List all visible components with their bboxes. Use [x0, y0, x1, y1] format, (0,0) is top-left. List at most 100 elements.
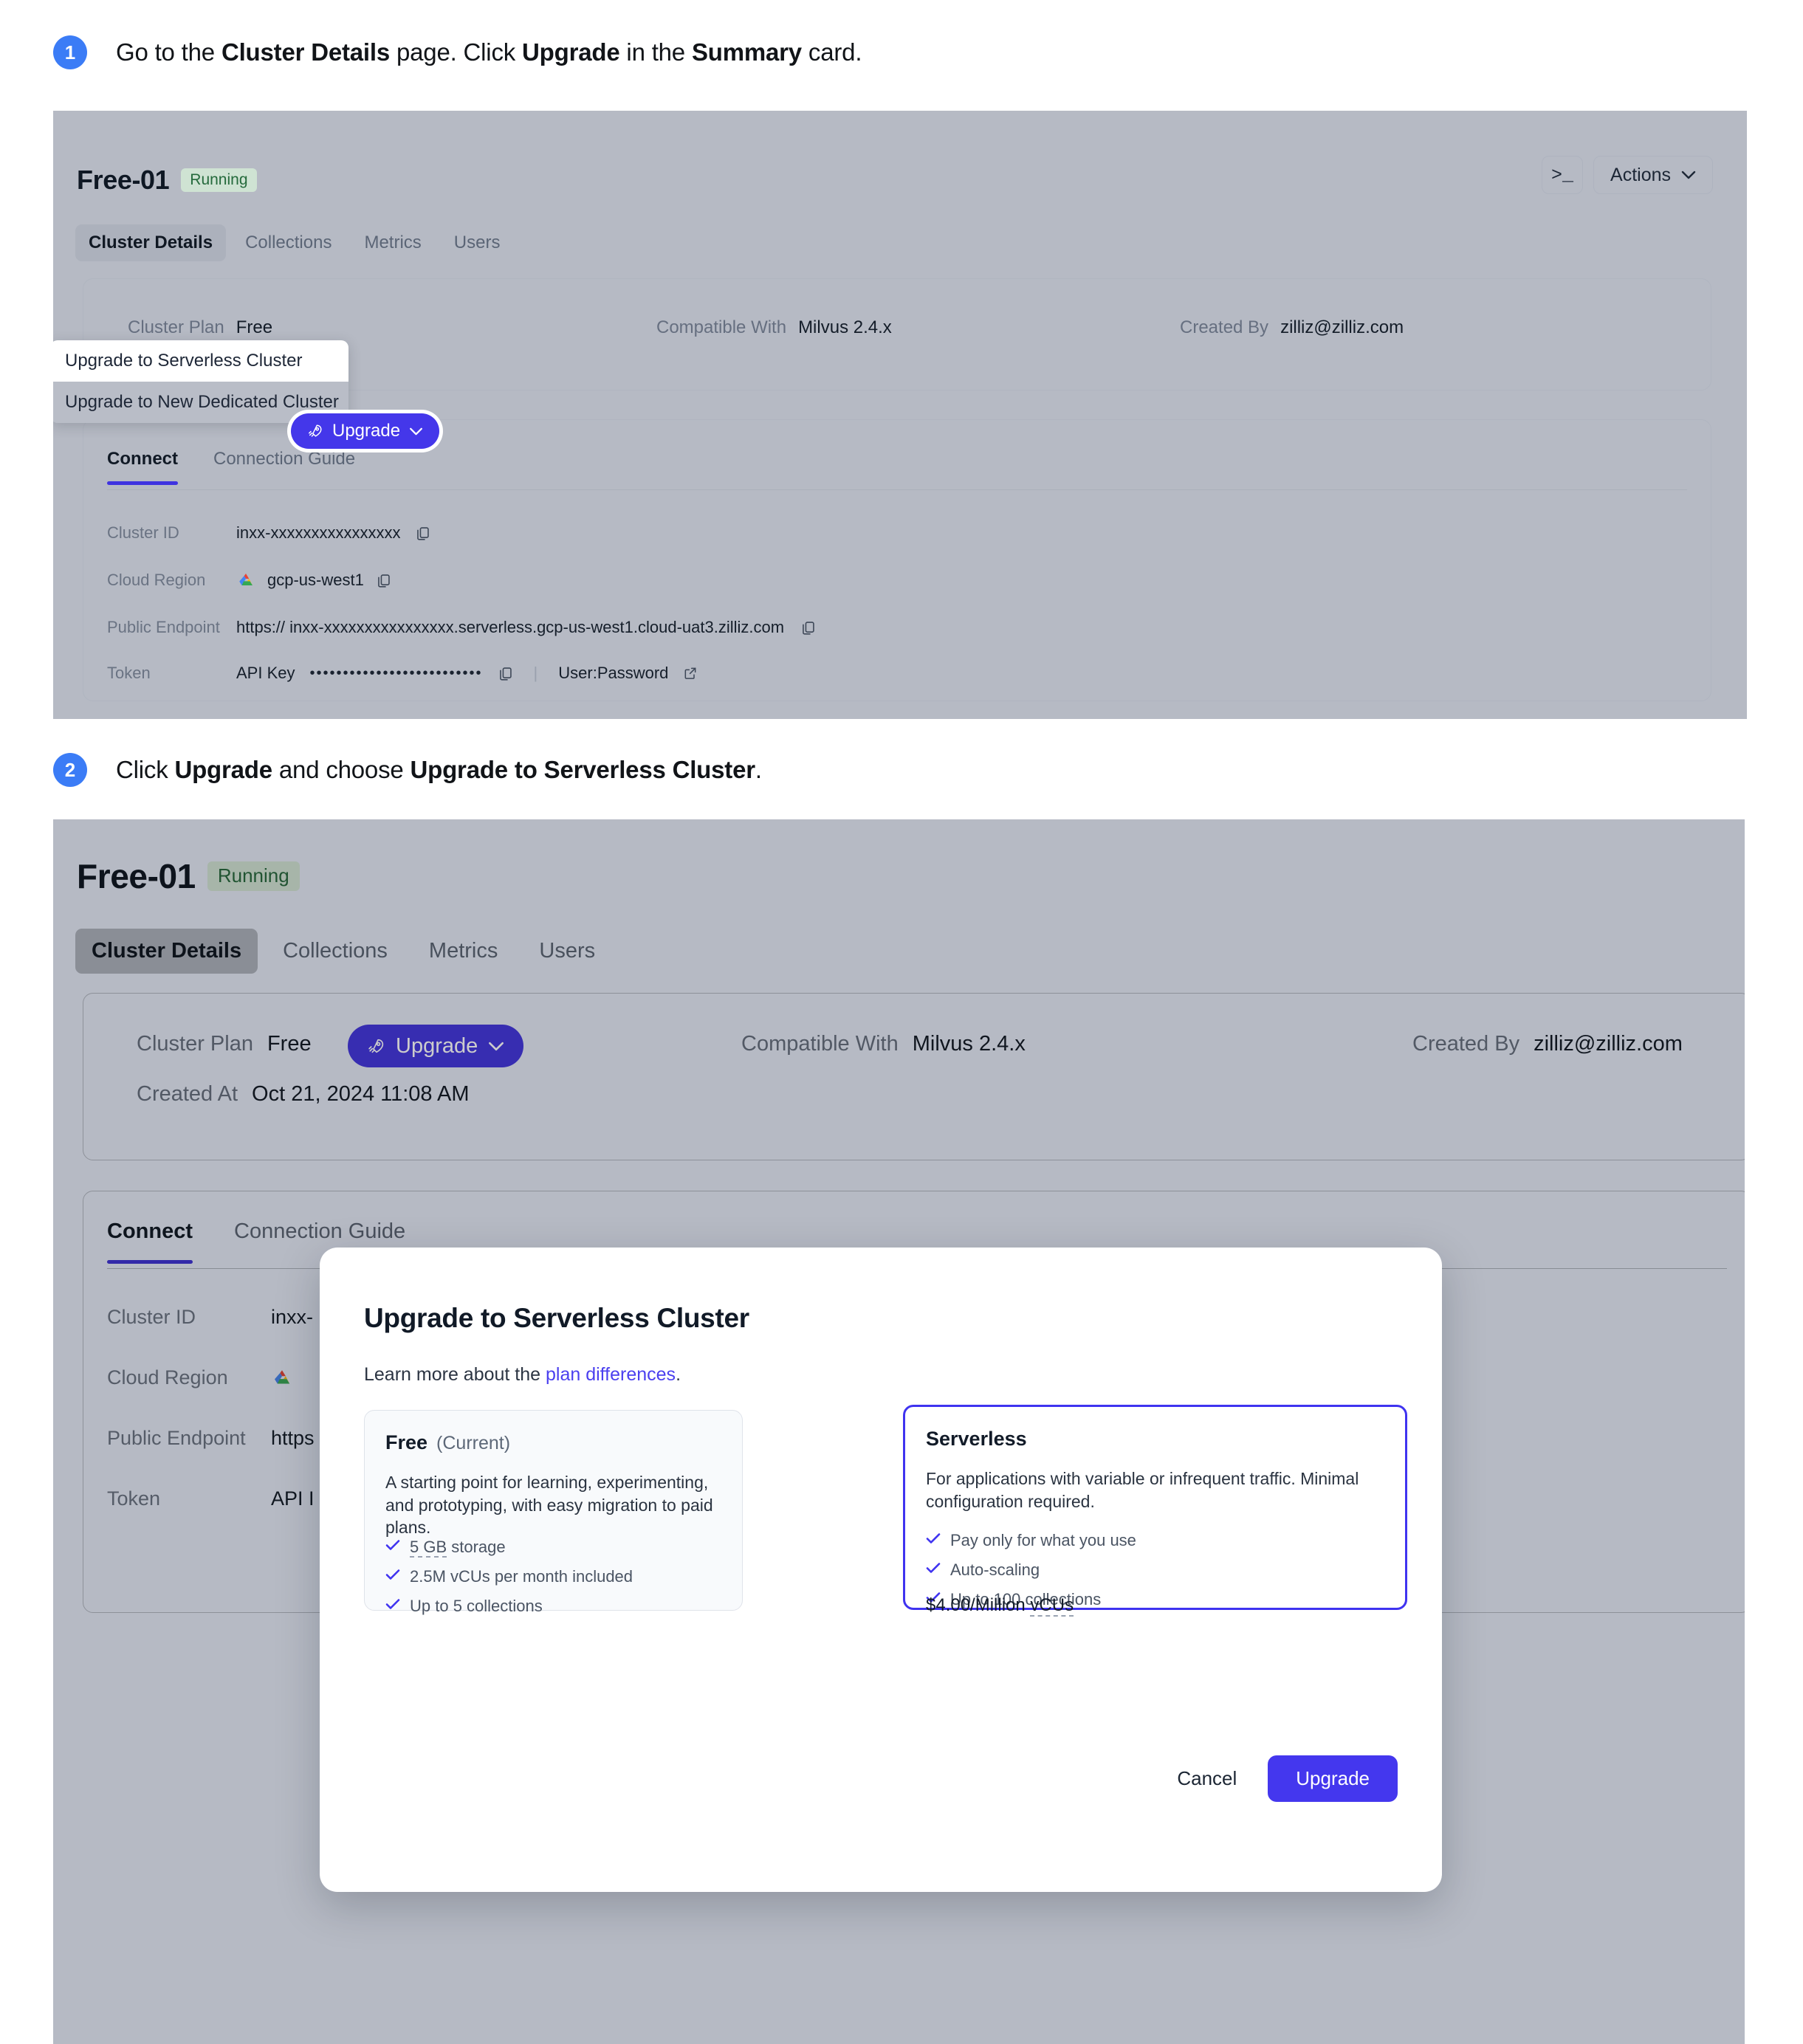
- modal-upgrade-button[interactable]: Upgrade: [1268, 1755, 1398, 1802]
- created-by-value: zilliz@zilliz.com: [1280, 317, 1404, 337]
- cluster-plan-label: Cluster Plan: [128, 317, 224, 337]
- summary-card-2: Cluster Plan Free Upgrade Compatible Wit…: [83, 993, 1745, 1160]
- compatible-with-value: Milvus 2.4.x: [798, 317, 892, 337]
- row-value: API Key •••••••••••••••••••••••••• | Use…: [236, 664, 698, 683]
- row-value: gcp-us-west1: [236, 571, 391, 590]
- plan-differences-link[interactable]: plan differences: [546, 1364, 676, 1385]
- connect-subtabs-1: Connect Connection Guide: [107, 449, 355, 485]
- dropdown-item-upgrade-serverless[interactable]: Upgrade to Serverless Cluster: [53, 340, 348, 382]
- check-icon: [926, 1560, 941, 1577]
- modal-subtitle-text: Learn more about the: [364, 1364, 546, 1385]
- tab-label: Metrics: [364, 233, 422, 252]
- row-value: https: [271, 1427, 315, 1449]
- row-public-endpoint-2: Public Endpoint https: [107, 1427, 315, 1450]
- compatible-with-label: Compatible With: [656, 317, 787, 337]
- upgrade-button-2[interactable]: Upgrade: [348, 1025, 524, 1067]
- plan-feature: Up to 5 collections: [385, 1597, 633, 1616]
- subtab-label: Connect: [107, 1219, 193, 1243]
- step-text-fragment: in the: [619, 38, 692, 66]
- row-value: API I: [271, 1487, 315, 1510]
- tab-label: Cluster Details: [89, 233, 213, 252]
- plan-header-serverless: Serverless: [926, 1428, 1027, 1451]
- plan-name: Free: [385, 1431, 428, 1453]
- subtab-connect[interactable]: Connect: [107, 1219, 193, 1264]
- copy-icon[interactable]: [800, 620, 816, 636]
- plan-price: $4.00/Million vCUs: [926, 1595, 1074, 1617]
- step-text-fragment-bold: Cluster Details: [221, 38, 391, 66]
- subtab-connect[interactable]: Connect: [107, 449, 178, 485]
- tab-label: Collections: [283, 939, 388, 963]
- tab-label: Cluster Details: [92, 939, 242, 963]
- copy-icon[interactable]: [376, 573, 391, 588]
- plan-description: A starting point for learning, experimen…: [385, 1473, 713, 1538]
- tutorial-page: 1 Go to the Cluster Details page. Click …: [0, 0, 1803, 2044]
- row-cloud-region-2: Cloud Region: [107, 1366, 293, 1389]
- compatible-with-field-2: Compatible With Milvus 2.4.x: [741, 1032, 1026, 1056]
- cluster-plan-field-1: Cluster Plan Free: [128, 317, 272, 338]
- active-tab-underline: [107, 1260, 193, 1264]
- plan-feature-term[interactable]: 5 GB: [410, 1538, 447, 1558]
- step-2-instruction: 2 Click Upgrade and choose Upgrade to Se…: [53, 753, 762, 787]
- active-tab-underline: [107, 481, 178, 485]
- subtab-connection-guide[interactable]: Connection Guide: [213, 449, 355, 485]
- plan-header-free: Free (Current): [385, 1431, 510, 1454]
- actions-dropdown-button[interactable]: Actions: [1593, 156, 1713, 194]
- plan-feature-text: Up to 5 collections: [410, 1597, 543, 1615]
- subtab-label: Connect: [107, 449, 178, 469]
- tab-cluster-details[interactable]: Cluster Details: [75, 224, 227, 261]
- upgrade-button-1[interactable]: Upgrade: [291, 413, 440, 449]
- copy-icon[interactable]: [498, 666, 513, 681]
- row-value: [271, 1369, 293, 1387]
- tabbar-2: Cluster Details Collections Metrics User…: [75, 929, 611, 974]
- copy-icon[interactable]: [415, 526, 430, 541]
- tab-collections[interactable]: Collections: [232, 224, 345, 261]
- tab-metrics[interactable]: Metrics: [351, 224, 434, 261]
- step-2-badge: 2: [53, 753, 87, 787]
- upgrade-button-label: Upgrade: [332, 421, 401, 441]
- row-label: Public Endpoint: [107, 1427, 246, 1449]
- status-badge: Running: [181, 168, 257, 193]
- connect-card-1: Connect Connection Guide Cluster ID inxx…: [83, 419, 1711, 701]
- created-by-field-1: Created By zilliz@zilliz.com: [1180, 317, 1404, 338]
- upgrade-button-label: Upgrade: [396, 1033, 478, 1058]
- status-badge: Running: [207, 861, 300, 891]
- plan-card-serverless[interactable]: Serverless For applications with variabl…: [903, 1405, 1407, 1617]
- tab-users[interactable]: Users: [523, 929, 611, 974]
- token-masked-value: ••••••••••••••••••••••••••: [309, 664, 483, 681]
- step-text-fragment-bold: Upgrade to Serverless Cluster: [410, 756, 756, 783]
- plan-feature: 5 GB storage: [385, 1538, 633, 1558]
- row-cluster-id-1: Cluster ID inxx-xxxxxxxxxxxxxxxx: [107, 523, 430, 543]
- row-cluster-id-2: Cluster ID inxx-: [107, 1306, 313, 1329]
- subtab-label: Connection Guide: [213, 449, 356, 469]
- tab-collections[interactable]: Collections: [267, 929, 404, 974]
- tab-metrics[interactable]: Metrics: [413, 929, 514, 974]
- plan-feature: Auto-scaling: [926, 1560, 1136, 1580]
- screenshot-panel-1: Free-01 Running >_ Actions Cluster Detai…: [53, 111, 1747, 719]
- created-at-value: Oct 21, 2024 11:08 AM: [252, 1082, 470, 1106]
- row-value: inxx-: [271, 1306, 314, 1328]
- tabbar-1: Cluster Details Collections Metrics User…: [75, 224, 513, 261]
- row-public-endpoint-1: Public Endpoint https:// inxx-xxxxxxxxxx…: [107, 618, 816, 637]
- cluster-plan-value: Free: [236, 317, 273, 337]
- tab-users[interactable]: Users: [441, 224, 514, 261]
- created-by-label: Created By: [1180, 317, 1269, 337]
- cancel-button[interactable]: Cancel: [1170, 1758, 1244, 1799]
- tab-cluster-details[interactable]: Cluster Details: [75, 929, 258, 974]
- plan-card-free[interactable]: Free (Current) A starting point for lear…: [364, 1410, 743, 1615]
- cluster-name: Free-01: [77, 165, 170, 195]
- user-password-link[interactable]: User:Password: [558, 664, 668, 683]
- modal-title: Upgrade to Serverless Cluster: [364, 1303, 749, 1333]
- step-1-text: Go to the Cluster Details page. Click Up…: [116, 38, 862, 66]
- created-at-field-2: Created At Oct 21, 2024 11:08 AM: [137, 1082, 470, 1107]
- external-link-icon[interactable]: [683, 666, 698, 681]
- row-label: Public Endpoint: [107, 618, 220, 636]
- plan-price-unit[interactable]: vCUs: [1030, 1595, 1074, 1617]
- created-by-field-2: Created By zilliz@zilliz.com: [1412, 1032, 1683, 1056]
- plan-current-tag: (Current): [436, 1433, 511, 1453]
- terminal-icon-button[interactable]: >_: [1542, 156, 1584, 194]
- plan-name: Serverless: [926, 1428, 1027, 1450]
- row-label: Token: [107, 1487, 161, 1510]
- compatible-with-value: Milvus 2.4.x: [912, 1032, 1026, 1056]
- step-text-fragment: card.: [801, 38, 862, 66]
- chevron-down-icon: [1681, 171, 1696, 179]
